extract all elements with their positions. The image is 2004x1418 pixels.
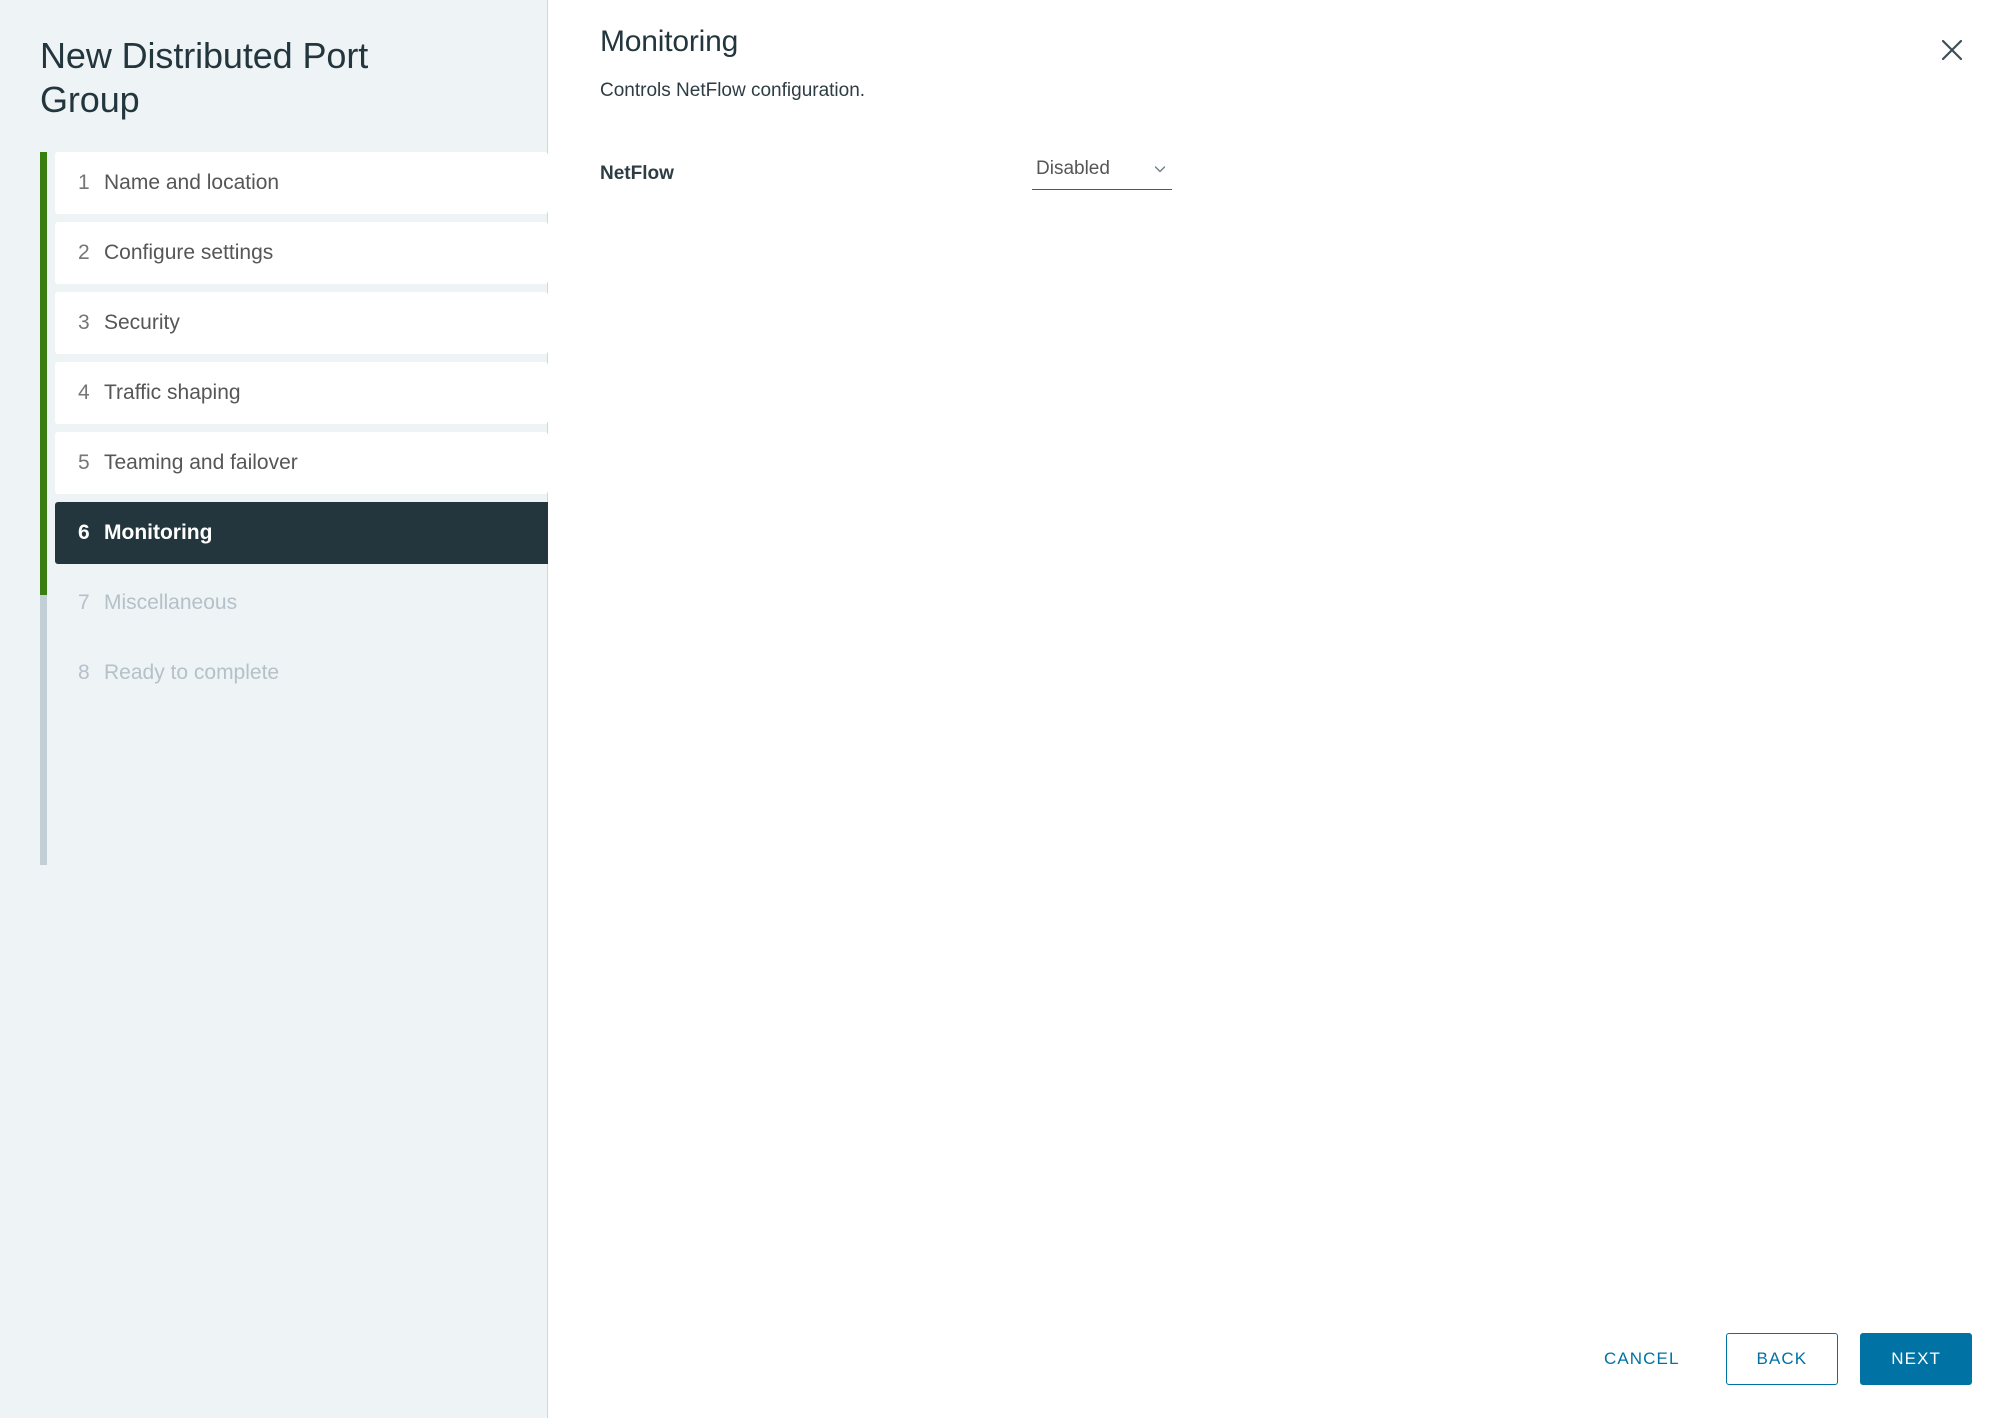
wizard-sidebar: New Distributed Port Group 1 Name and lo… xyxy=(0,0,548,1418)
wizard-main-panel: Monitoring Controls NetFlow configuratio… xyxy=(548,0,2004,1418)
page-subtitle: Controls NetFlow configuration. xyxy=(600,80,866,101)
step-label: Name and location xyxy=(104,170,280,194)
next-button[interactable]: NEXT xyxy=(1860,1333,1972,1385)
new-distributed-port-group-wizard: New Distributed Port Group 1 Name and lo… xyxy=(0,0,2004,1418)
step-label: Security xyxy=(104,310,180,334)
sidebar-step-teaming-and-failover[interactable]: 5 Teaming and failover xyxy=(55,431,548,494)
monitoring-form: NetFlow Disabled xyxy=(548,156,2004,200)
sidebar-step-security[interactable]: 3 Security xyxy=(55,291,548,354)
step-number: 2 xyxy=(78,240,90,264)
step-label: Configure settings xyxy=(104,240,274,264)
step-number: 7 xyxy=(78,590,90,614)
step-label: Traffic shaping xyxy=(104,380,241,404)
wizard-footer: CANCEL BACK NEXT xyxy=(548,1300,2004,1418)
step-label: Monitoring xyxy=(104,520,213,544)
wizard-title: New Distributed Port Group xyxy=(40,35,369,120)
progress-rail-pending xyxy=(40,594,47,865)
close-icon[interactable] xyxy=(1932,30,1972,70)
netflow-selected-value: Disabled xyxy=(1036,157,1110,179)
progress-rail-completed xyxy=(40,151,47,595)
sidebar-step-name-and-location[interactable]: 1 Name and location xyxy=(55,151,548,214)
cancel-button[interactable]: CANCEL xyxy=(1580,1333,1704,1385)
step-number: 8 xyxy=(78,660,90,684)
sidebar-step-configure-settings[interactable]: 2 Configure settings xyxy=(55,221,548,284)
sidebar-step-monitoring[interactable]: 6 Monitoring xyxy=(55,501,548,564)
netflow-select[interactable]: Disabled xyxy=(1032,156,1172,190)
netflow-row: NetFlow Disabled xyxy=(600,156,2004,200)
sidebar-step-ready-to-complete: 8 Ready to complete xyxy=(55,642,548,704)
step-number: 1 xyxy=(78,170,90,194)
step-label: Ready to complete xyxy=(104,660,280,684)
step-number: 3 xyxy=(78,310,90,334)
step-label: Miscellaneous xyxy=(104,590,238,614)
page-title: Monitoring xyxy=(600,25,739,58)
netflow-label: NetFlow xyxy=(600,162,674,184)
step-number: 4 xyxy=(78,380,90,404)
back-button[interactable]: BACK xyxy=(1725,1333,1839,1385)
step-label: Teaming and failover xyxy=(104,450,298,474)
step-number: 5 xyxy=(78,450,90,474)
sidebar-step-miscellaneous: 7 Miscellaneous xyxy=(55,572,548,634)
wizard-step-list: 1 Name and location 2 Configure settings… xyxy=(0,151,548,865)
chevron-down-icon xyxy=(1152,161,1168,177)
step-number: 6 xyxy=(78,520,90,544)
sidebar-step-traffic-shaping[interactable]: 4 Traffic shaping xyxy=(55,361,548,424)
